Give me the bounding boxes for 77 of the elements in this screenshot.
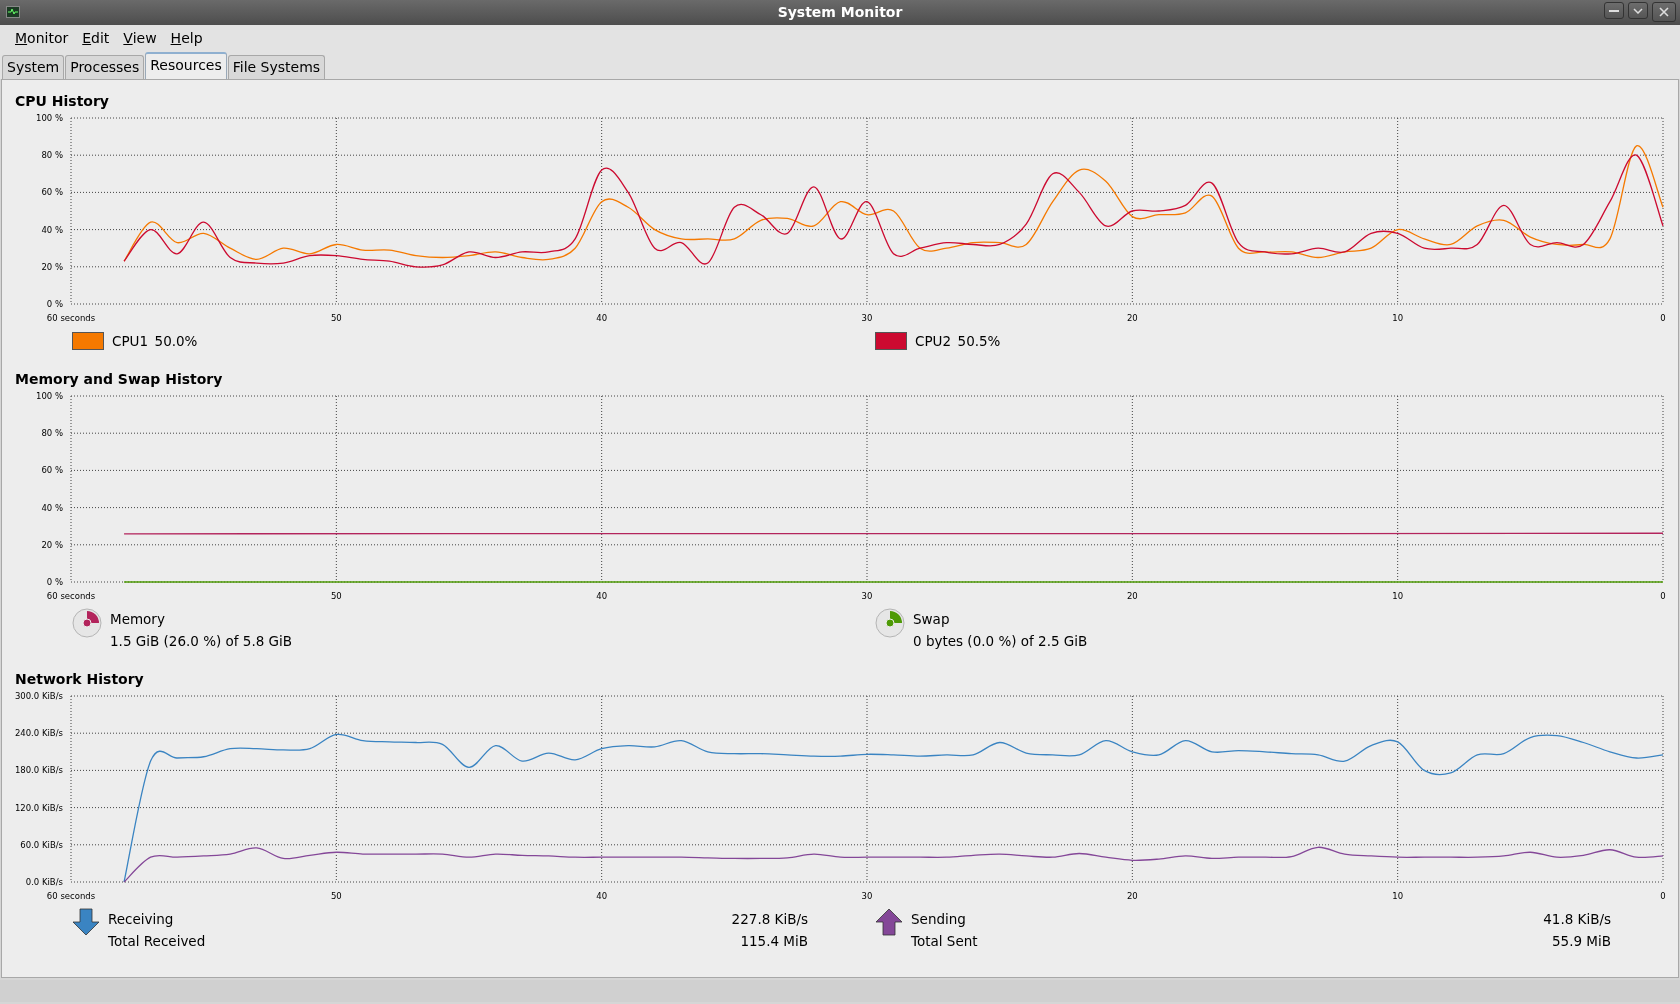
legend-label: Memory <box>110 610 166 629</box>
chevron-down-icon <box>1633 7 1643 14</box>
tab[interactable]: Processes <box>65 55 145 79</box>
pie-chart-icon <box>875 608 905 638</box>
axis-tick-label: 60 % <box>41 187 63 198</box>
section-heading: CPU History <box>14 92 110 110</box>
menu-item[interactable]: Monitor <box>8 26 76 51</box>
axis-tick-label: 40 <box>596 591 608 601</box>
legend-value: 115.4 MiB <box>739 932 808 951</box>
axis-tick-label: 80 % <box>41 428 63 439</box>
axis-tick-label: 60 seconds <box>46 313 96 323</box>
window-title: System Monitor <box>777 3 903 22</box>
axis-tick-label: 50 <box>330 313 342 323</box>
maximize-button[interactable] <box>1628 2 1648 19</box>
axis-tick-label: 40 <box>596 891 608 901</box>
axis-tick-label: 80 % <box>41 150 63 161</box>
minimize-button[interactable] <box>1604 2 1624 19</box>
legend-value: 50.0% <box>154 332 198 351</box>
axis-tick-label: 20 <box>1126 313 1138 323</box>
tab[interactable]: System <box>2 55 65 79</box>
close-button[interactable] <box>1652 2 1676 22</box>
up-arrow-icon <box>875 908 903 936</box>
app-icon <box>6 6 20 18</box>
legend-label: CPU2 <box>915 332 952 351</box>
axis-tick-label: 30 <box>861 313 873 323</box>
legend-label: Total Received <box>108 932 207 951</box>
menu-item[interactable]: Edit <box>75 26 117 51</box>
axis-tick-label: 100 % <box>36 113 63 123</box>
axis-tick-label: 20 % <box>41 261 63 272</box>
axis-tick-label: 0 <box>1660 313 1666 323</box>
legend-value: 50.5% <box>957 332 1001 351</box>
axis-tick-label: 40 % <box>41 502 63 513</box>
legend-label: Total Sent <box>911 932 979 951</box>
legend-value: 55.9 MiB <box>1551 932 1611 951</box>
axis-tick-label: 40 % <box>41 224 63 235</box>
pie-chart-icon <box>72 608 102 638</box>
axis-tick-label: 50 <box>330 591 342 601</box>
axis-tick-label: 0.0 KiB/s <box>25 877 63 887</box>
axis-tick-label: 0 <box>1660 591 1666 601</box>
down-arrow-icon <box>72 908 100 936</box>
axis-tick-label: 20 % <box>41 539 63 550</box>
axis-tick-label: 60 seconds <box>46 591 96 601</box>
section-heading: Network History <box>14 670 145 688</box>
menu-item[interactable]: View <box>116 26 164 51</box>
axis-tick-label: 20 <box>1126 591 1138 601</box>
axis-tick-label: 180.0 KiB/s <box>14 765 63 776</box>
axis-tick-label: 40 <box>596 313 608 323</box>
axis-tick-label: 10 <box>1392 591 1404 601</box>
legend-value: 41.8 KiB/s <box>1543 910 1611 929</box>
axis-tick-label: 10 <box>1392 313 1404 323</box>
axis-tick-label: 120.0 KiB/s <box>14 802 63 813</box>
axis-tick-label: 0 % <box>46 299 63 309</box>
section-heading: Memory and Swap History <box>14 370 224 388</box>
axis-tick-label: 10 <box>1392 891 1404 901</box>
tab[interactable]: File Systems <box>227 55 326 79</box>
axis-tick-label: 300.0 KiB/s <box>14 691 63 701</box>
legend-label: Receiving <box>108 910 175 929</box>
axis-tick-label: 60.0 KiB/s <box>20 839 63 850</box>
axis-tick-label: 0 <box>1660 891 1666 901</box>
axis-tick-label: 50 <box>330 891 342 901</box>
axis-tick-label: 60 % <box>41 465 63 476</box>
axis-tick-label: 60 seconds <box>46 891 96 901</box>
legend-value: 1.5 GiB (26.0 %) of 5.8 GiB <box>110 632 293 651</box>
axis-tick-label: 240.0 KiB/s <box>14 728 63 739</box>
axis-tick-label: 0 % <box>46 577 63 587</box>
axis-tick-label: 100 % <box>36 391 63 401</box>
close-icon <box>1659 7 1669 17</box>
legend-value: 0 bytes (0.0 %) of 2.5 GiB <box>913 632 1088 651</box>
menu-item[interactable]: Help <box>163 26 210 51</box>
legend-value: 227.8 KiB/s <box>731 910 808 929</box>
axis-tick-label: 30 <box>861 891 873 901</box>
tab[interactable]: Resources <box>145 52 227 79</box>
axis-tick-label: 20 <box>1126 891 1138 901</box>
legend-label: CPU1 <box>112 332 149 351</box>
legend-label: Sending <box>911 910 967 929</box>
legend-label: Swap <box>913 610 951 629</box>
axis-tick-label: 30 <box>861 591 873 601</box>
